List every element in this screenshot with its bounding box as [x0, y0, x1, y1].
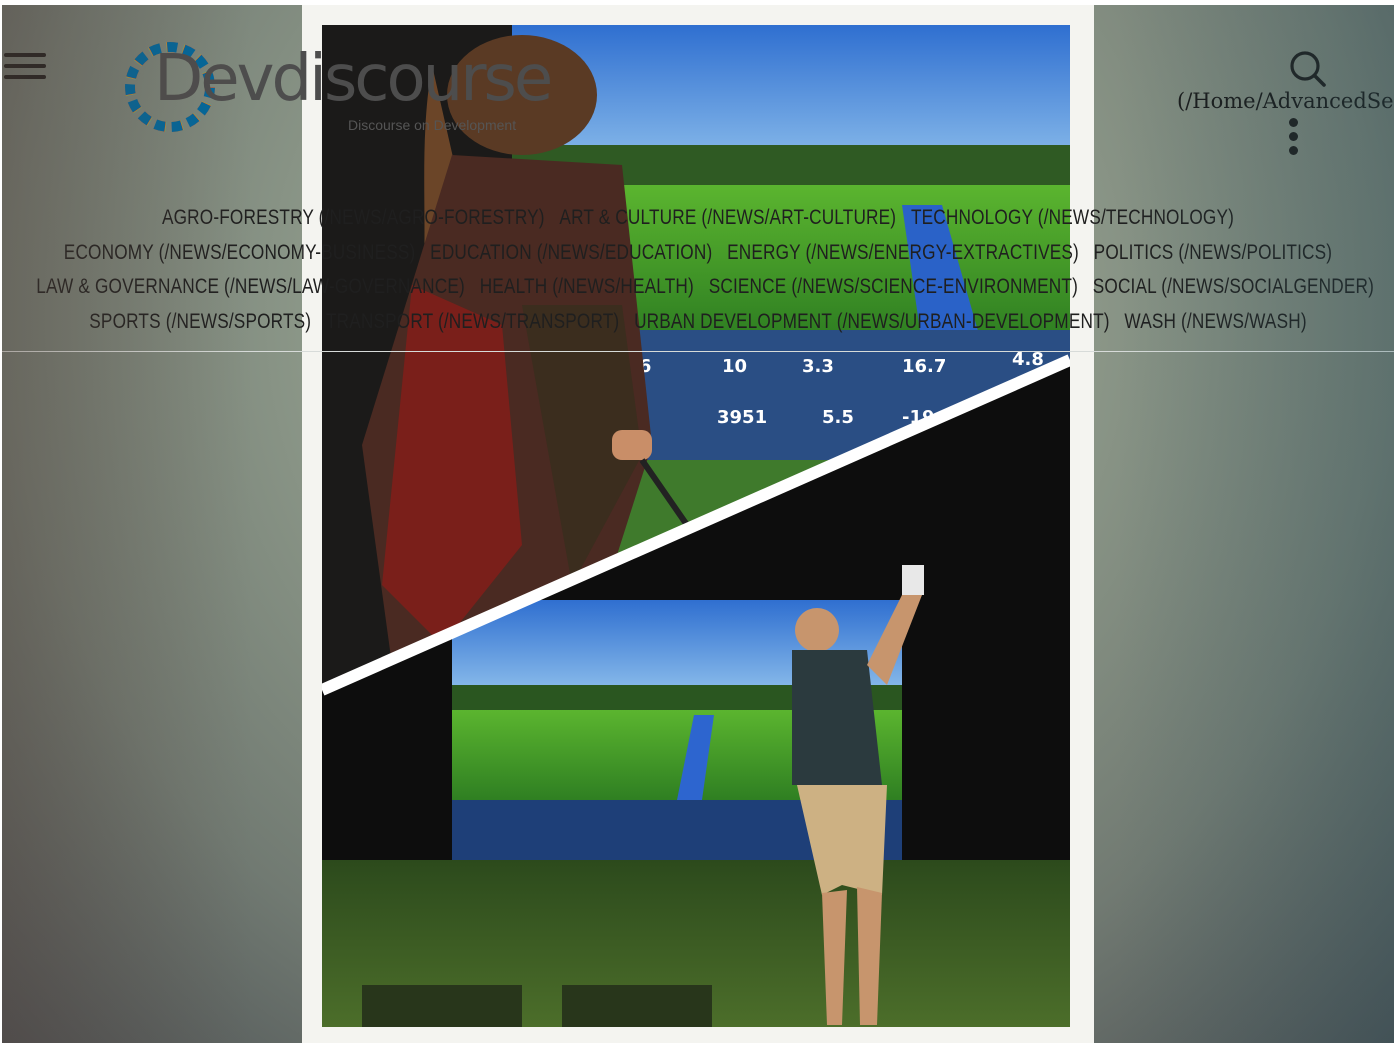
search-icon[interactable]: [1288, 49, 1328, 89]
logo-tagline: Discourse on Development: [348, 117, 517, 133]
nav-link[interactable]: TRANSPORT (/NEWS/TRANSPORT): [326, 310, 619, 333]
hamburger-menu-icon[interactable]: [4, 53, 48, 89]
nav-link[interactable]: TECHNOLOGY (/NEWS/TECHNOLOGY): [911, 206, 1234, 229]
stat-value: 4.8: [1012, 349, 1044, 370]
stat-value: 5.5: [822, 407, 854, 428]
nav-link[interactable]: URBAN DEVELOPMENT (/NEWS/URBAN-DEVELOPME…: [634, 310, 1110, 333]
nav-link[interactable]: ECONOMY (/NEWS/ECONOMY-BUSINESS): [64, 241, 416, 264]
hero-image: -6.6 10 3.3 16.7 4.8 2 3951 5.5 -19: [322, 25, 1070, 1027]
nav-link[interactable]: ENERGY (/NEWS/ENERGY-EXTRACTIVES): [727, 241, 1079, 264]
hero-image-frame: -6.6 10 3.3 16.7 4.8 2 3951 5.5 -19: [302, 5, 1094, 1043]
nav-row: LAW & GOVERNANCE (/NEWS/LAW-GOVERNANCE) H…: [29, 270, 1374, 305]
stat-value: 3951: [717, 407, 767, 428]
nav-link[interactable]: ART & CULTURE (/NEWS/ART-CULTURE): [559, 206, 896, 229]
logo-wordmark: Devdiscourse: [154, 42, 553, 116]
page-background: -6.6 10 3.3 16.7 4.8 2 3951 5.5 -19: [2, 5, 1394, 1043]
nav-link[interactable]: SCIENCE (/NEWS/SCIENCE-ENVIRONMENT): [709, 275, 1078, 298]
stat-value: 16.7: [902, 356, 946, 377]
nav-link[interactable]: SOCIAL (/NEWS/SOCIALGENDER): [1093, 275, 1374, 298]
nav-link[interactable]: HEALTH (/NEWS/HEALTH): [480, 275, 694, 298]
header-divider: [2, 351, 1394, 352]
category-nav: AGRO-FORESTRY (/NEWS/AGRO-FORESTRY) ART &…: [36, 201, 1374, 339]
nav-row: AGRO-FORESTRY (/NEWS/AGRO-FORESTRY) ART &…: [29, 201, 1367, 236]
vertical-dots-icon[interactable]: [1286, 118, 1300, 162]
nav-link[interactable]: WASH (/NEWS/WASH): [1124, 310, 1306, 333]
site-logo[interactable]: Devdiscourse Discourse on Development: [122, 37, 562, 147]
stat-value: 3.3: [802, 356, 834, 377]
nav-row: ECONOMY (/NEWS/ECONOMY-BUSINESS) EDUCATIO…: [29, 236, 1367, 271]
nav-link[interactable]: EDUCATION (/NEWS/EDUCATION): [430, 241, 712, 264]
stat-value: 10: [722, 356, 747, 377]
nav-link[interactable]: POLITICS (/NEWS/POLITICS): [1094, 241, 1333, 264]
nav-link[interactable]: AGRO-FORESTRY (/NEWS/AGRO-FORESTRY): [162, 206, 545, 229]
nav-link[interactable]: LAW & GOVERNANCE (/NEWS/LAW-GOVERNANCE): [36, 275, 465, 298]
advanced-search-link[interactable]: (/Home/AdvancedSea: [1177, 89, 1394, 113]
nav-link[interactable]: SPORTS (/NEWS/SPORTS): [89, 310, 311, 333]
nav-row: SPORTS (/NEWS/SPORTS) TRANSPORT (/NEWS/TR…: [29, 305, 1367, 340]
